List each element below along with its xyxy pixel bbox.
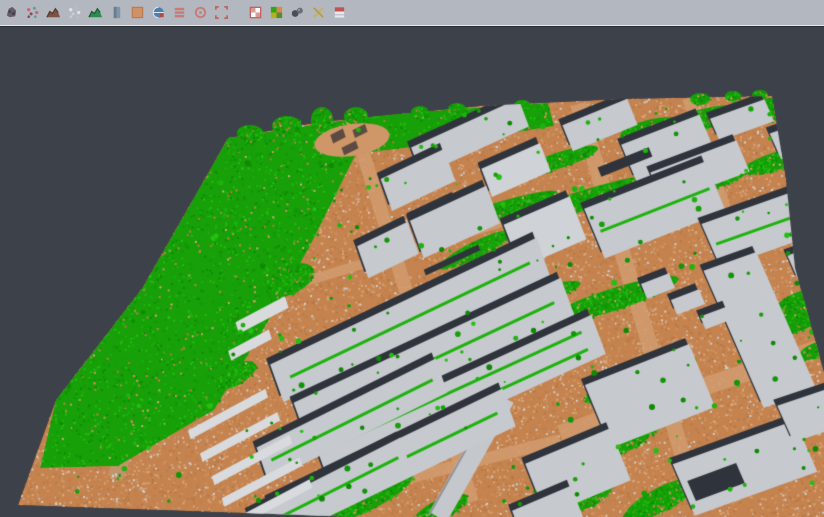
toolbar (0, 0, 824, 26)
surface-model-icon (88, 5, 103, 20)
orthophoto-icon (130, 5, 145, 20)
terrain-model-icon (46, 5, 61, 20)
sparse-points-button[interactable] (66, 4, 83, 21)
colorize-points-icon (25, 5, 40, 20)
classification-icon (269, 5, 284, 20)
report-icon (332, 5, 347, 20)
measure-icon (311, 5, 326, 20)
profile-view-button[interactable] (108, 4, 125, 21)
profile-view-icon (109, 5, 124, 20)
spheres-button[interactable] (289, 4, 306, 21)
point-cloud-icon (4, 5, 19, 20)
terrain-model-button[interactable] (45, 4, 62, 21)
grid-icon (248, 5, 263, 20)
point-cloud-canvas[interactable] (0, 0, 824, 517)
sparse-points-icon (67, 5, 82, 20)
georeference-icon (151, 5, 166, 20)
grid-button[interactable] (247, 4, 264, 21)
zoom-extents-icon (214, 5, 229, 20)
app-window (0, 0, 824, 517)
toolbar-separator (234, 12, 243, 13)
measure-button[interactable] (310, 4, 327, 21)
layers-button[interactable] (171, 4, 188, 21)
target-icon (193, 5, 208, 20)
colorize-points-button[interactable] (24, 4, 41, 21)
surface-model-button[interactable] (87, 4, 104, 21)
target-button[interactable] (192, 4, 209, 21)
point-cloud-button[interactable] (3, 4, 20, 21)
spheres-icon (290, 5, 305, 20)
zoom-extents-button[interactable] (213, 4, 230, 21)
orthophoto-button[interactable] (129, 4, 146, 21)
report-button[interactable] (331, 4, 348, 21)
classification-button[interactable] (268, 4, 285, 21)
layers-icon (172, 5, 187, 20)
georeference-button[interactable] (150, 4, 167, 21)
